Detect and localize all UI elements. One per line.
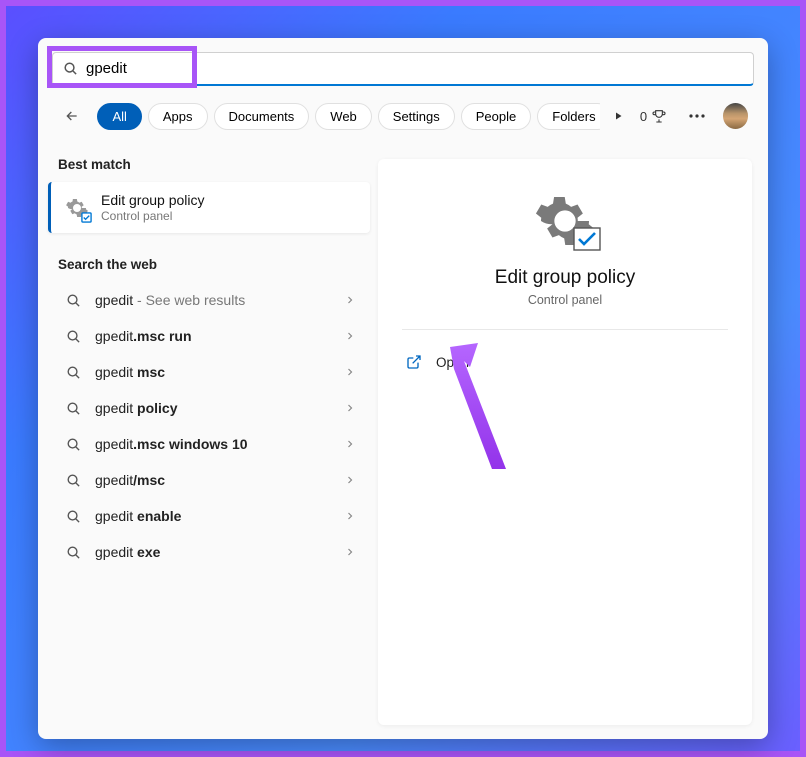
details-card: Edit group policy Control panel Open	[378, 159, 752, 725]
details-title: Edit group policy	[402, 267, 728, 289]
web-result-label: gpedit - See web results	[95, 292, 344, 308]
web-result-item[interactable]: gpedit - See web results	[38, 282, 378, 318]
best-match-item[interactable]: Edit group policy Control panel	[48, 182, 370, 233]
chevron-right-icon	[344, 294, 356, 306]
details-divider	[402, 329, 728, 330]
filter-pill-people[interactable]: People	[461, 103, 531, 130]
details-gear-check-icon	[533, 189, 597, 253]
web-result-label: gpedit.msc windows 10	[95, 436, 344, 452]
ellipsis-icon	[689, 114, 705, 118]
trophy-icon	[651, 108, 667, 124]
details-column: Edit group policy Control panel Open	[378, 145, 768, 739]
filter-pill-apps[interactable]: Apps	[148, 103, 208, 130]
search-icon	[66, 473, 81, 488]
search-icon	[66, 365, 81, 380]
web-result-item[interactable]: gpedit enable	[38, 498, 378, 534]
filter-row: All AppsDocumentsWebSettingsPeopleFolders…	[38, 86, 768, 145]
web-result-label: gpedit exe	[95, 544, 344, 560]
open-external-icon	[406, 354, 422, 370]
filter-pills: All AppsDocumentsWebSettingsPeopleFolders	[97, 103, 600, 130]
chevron-right-icon	[344, 510, 356, 522]
web-results-list: gpedit - See web results gpedit.msc run gp…	[38, 282, 378, 570]
web-result-label: gpedit enable	[95, 508, 344, 524]
web-result-label: gpedit policy	[95, 400, 344, 416]
filter-more-button[interactable]	[608, 102, 628, 130]
web-result-item[interactable]: gpedit policy	[38, 390, 378, 426]
rewards-indicator[interactable]: 0	[640, 108, 667, 124]
filter-pill-all[interactable]: All	[97, 103, 141, 130]
best-match-title: Edit group policy	[101, 192, 205, 208]
chevron-right-icon	[344, 330, 356, 342]
chevron-right-icon	[344, 438, 356, 450]
best-match-subtitle: Control panel	[101, 209, 205, 223]
web-result-label: gpedit msc	[95, 364, 344, 380]
search-input[interactable]	[86, 60, 743, 77]
search-icon	[66, 293, 81, 308]
chevron-right-icon	[344, 546, 356, 558]
details-subtitle: Control panel	[402, 293, 728, 307]
web-result-label: gpedit/msc	[95, 472, 344, 488]
more-options-button[interactable]	[683, 102, 710, 130]
web-result-item[interactable]: gpedit msc	[38, 354, 378, 390]
search-icon	[63, 61, 78, 76]
web-result-item[interactable]: gpedit/msc	[38, 462, 378, 498]
web-result-item[interactable]: gpedit exe	[38, 534, 378, 570]
search-icon	[66, 545, 81, 560]
filter-pill-settings[interactable]: Settings	[378, 103, 455, 130]
search-icon	[66, 437, 81, 452]
search-input-container[interactable]	[52, 52, 754, 86]
web-result-item[interactable]: gpedit.msc windows 10	[38, 426, 378, 462]
search-icon	[66, 509, 81, 524]
search-icon	[66, 329, 81, 344]
back-button[interactable]	[58, 102, 85, 130]
best-match-label: Best match	[38, 149, 378, 182]
results-column: Best match Edit group policy Control pan…	[38, 145, 378, 739]
filter-pill-folders[interactable]: Folders	[537, 103, 600, 130]
chevron-right-icon	[344, 402, 356, 414]
chevron-right-icon	[344, 474, 356, 486]
search-icon	[66, 401, 81, 416]
user-avatar[interactable]	[723, 103, 748, 129]
open-action-label: Open	[436, 355, 469, 370]
windows-search-panel: All AppsDocumentsWebSettingsPeopleFolders…	[38, 38, 768, 739]
web-search-label: Search the web	[38, 249, 378, 282]
rewards-count: 0	[640, 109, 647, 124]
content-row: Best match Edit group policy Control pan…	[38, 145, 768, 739]
open-action[interactable]: Open	[402, 348, 728, 376]
gear-check-icon	[65, 196, 89, 220]
best-match-text: Edit group policy Control panel	[101, 192, 205, 223]
filter-pill-web[interactable]: Web	[315, 103, 372, 130]
search-bar-row	[38, 38, 768, 86]
chevron-right-icon	[344, 366, 356, 378]
web-result-item[interactable]: gpedit.msc run	[38, 318, 378, 354]
web-result-label: gpedit.msc run	[95, 328, 344, 344]
filter-pill-documents[interactable]: Documents	[214, 103, 310, 130]
